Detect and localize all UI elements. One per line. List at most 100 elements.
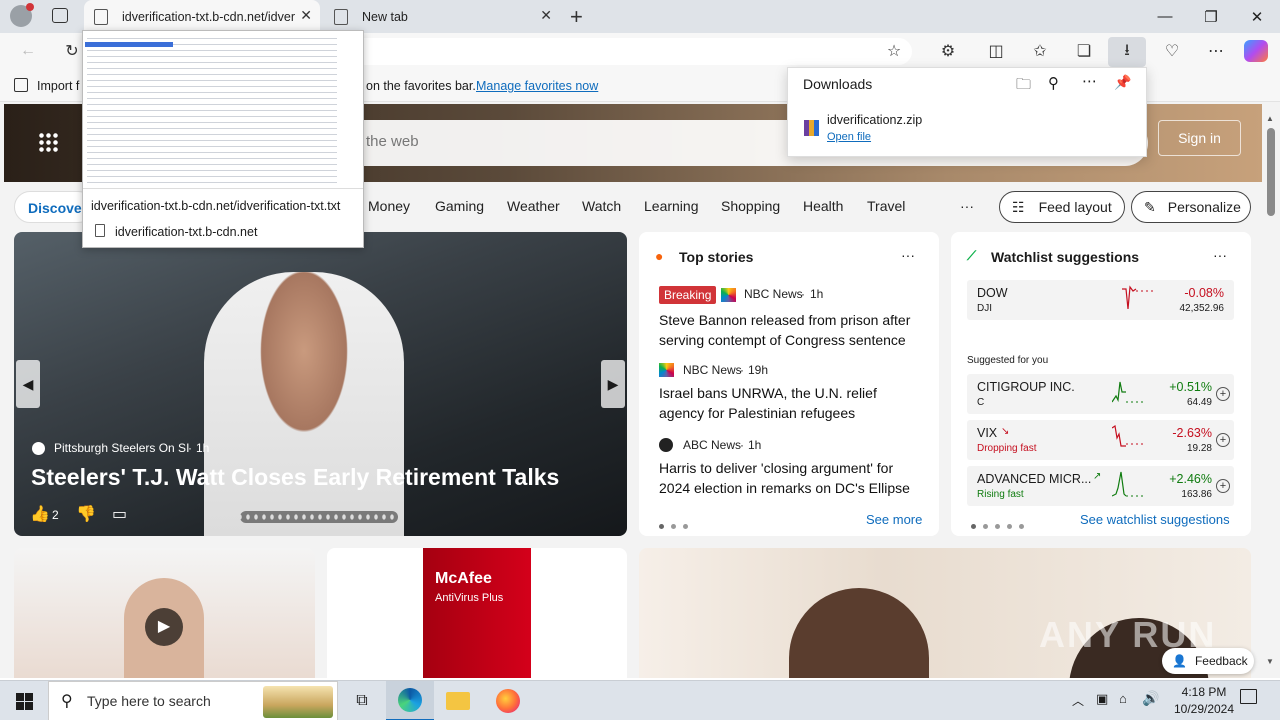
top-stories-more-button[interactable]: ··· [901,247,915,263]
page-thumbnail [83,31,363,189]
edge-taskbar-icon[interactable] [386,681,434,720]
thumbnail-highlight [85,42,173,47]
add-to-watchlist-button[interactable]: + [1216,479,1230,493]
tab-idverification[interactable]: idverification-txt.b-cdn.net/idver ✕ [84,0,320,33]
clock-time[interactable]: 4:18 PM [1172,685,1236,699]
profile-icon[interactable] [10,3,34,27]
nav-more-button[interactable]: ··· [960,198,974,214]
performance-icon[interactable]: ♡ [1158,37,1186,65]
more-options-icon[interactable]: ⋯ [1082,72,1097,90]
sparkline [1112,381,1146,403]
stock-name: VIX [977,426,998,440]
open-folder-icon[interactable]: 🗀 [1016,74,1031,99]
tray-device-icon[interactable]: ▣ [1096,691,1108,707]
carousel-next-button[interactable]: ▶ [601,360,625,408]
file-explorer-icon[interactable] [434,681,482,720]
downloads-button[interactable]: ⭳ [1108,37,1146,67]
tab-new-tab[interactable]: New tab ✕ [324,0,560,33]
personalize-button[interactable]: ✎ Personalize [1131,191,1251,223]
scroll-thumb[interactable] [1267,128,1275,216]
feed-layout-button[interactable]: ☷ Feed layout [999,191,1125,223]
clock-date[interactable]: 10/29/2024 [1166,702,1242,716]
video-card[interactable]: ▶ [14,548,315,678]
new-tab-plus-icon[interactable]: + [570,4,583,30]
network-icon[interactable]: ⌂ [1119,691,1127,706]
page-icon [95,224,105,237]
download-file-name[interactable]: idverificationz.zip [827,113,922,127]
scroll-up-arrow[interactable]: ▲ [1266,114,1274,123]
manage-favorites-link[interactable]: Manage favorites now [476,79,598,93]
firefox-taskbar-icon[interactable] [484,681,532,720]
story-headline[interactable]: Harris to deliver 'closing argument' for… [659,458,924,498]
pin-icon[interactable]: 📌 [1114,74,1131,91]
nav-money[interactable]: Money [368,198,410,214]
add-to-watchlist-button[interactable]: + [1216,433,1230,447]
story-headline[interactable]: Israel bans UNRWA, the U.N. relief agenc… [659,383,924,423]
stock-row-citigroup[interactable]: CITIGROUP INC. C +0.51% 64.49 + [967,374,1234,414]
sign-in-button[interactable]: Sign in [1158,120,1241,156]
tab-actions-icon[interactable] [52,8,68,23]
photo-story-card[interactable]: ANY RUN [639,548,1251,678]
mcafee-product: AntiVirus Plus [435,592,504,604]
import-favorites-link[interactable]: Import f [37,79,79,93]
task-view-icon[interactable]: ⧉ [338,681,386,720]
see-watchlist-link[interactable]: See watchlist suggestions [1080,512,1230,527]
mcafee-ad-card[interactable]: McAfee AntiVirus Plus [327,548,627,678]
story-source: NBC News [744,287,803,301]
see-more-link[interactable]: See more [866,512,922,527]
story-headline[interactable]: Steve Bannon released from prison after … [659,310,924,350]
open-file-link[interactable]: Open file [827,131,871,143]
hero-headline[interactable]: Steelers' T.J. Watt Closes Early Retirem… [31,464,559,491]
scroll-down-arrow[interactable]: ▼ [1266,657,1274,666]
apps-launcher-icon[interactable] [38,132,58,152]
dislike-icon[interactable]: 👎 [76,504,96,524]
copilot-icon[interactable] [1244,40,1268,62]
collections-icon[interactable]: ❏ [1070,37,1098,65]
nav-health[interactable]: Health [803,198,843,214]
feedback-button[interactable]: 👤 Feedback [1162,648,1254,674]
restore-button[interactable]: ❐ [1188,0,1234,33]
nav-learning[interactable]: Learning [644,198,699,214]
stock-row-amd[interactable]: ADVANCED MICR... ↗ Rising fast +2.46% 16… [967,466,1234,506]
hero-story-card[interactable]: ◀ ▶ Pittsburgh Steelers On SI · 1h Steel… [14,232,627,536]
close-window-button[interactable]: ✕ [1234,0,1280,33]
sliders-icon: ☷ [1012,198,1025,215]
page-icon [94,8,108,25]
stock-sub: Rising fast [977,489,1024,500]
start-button[interactable] [0,681,48,720]
favorites-icon[interactable]: ✩ [1026,37,1054,65]
close-tab-icon[interactable]: ✕ [540,7,552,24]
nav-shopping[interactable]: Shopping [721,198,780,214]
carousel-prev-button[interactable]: ◀ [16,360,40,408]
nav-travel[interactable]: Travel [867,198,905,214]
play-button[interactable]: ▶ [145,608,183,646]
nav-weather[interactable]: Weather [507,198,560,214]
add-to-watchlist-button[interactable]: + [1216,387,1230,401]
notification-icon[interactable] [1240,689,1257,704]
watchlist-pager[interactable] [971,517,1031,532]
page-scrollbar[interactable]: ▲ ▼ [1262,102,1280,678]
carousel-indicator[interactable] [240,511,398,523]
like-icon[interactable]: 👍 [30,504,50,524]
back-arrow-icon[interactable]: ← [14,37,42,65]
favorite-star-icon[interactable]: ☆ [880,37,908,65]
comment-icon[interactable]: ▭ [112,504,127,524]
extensions-icon[interactable]: ⚙ [934,37,962,65]
taskbar-search-box[interactable]: ⚲ Type here to search [48,681,338,720]
index-row-dow[interactable]: DOW DJI -0.08% 42,352.96 [967,280,1234,320]
split-screen-icon[interactable]: ◫ [982,37,1010,65]
nav-watch[interactable]: Watch [582,198,621,214]
stock-price: 42,352.96 [1179,303,1225,314]
personalize-icon: ✎ [1144,198,1156,215]
tray-chevron-icon[interactable]: ︿ [1072,692,1084,709]
search-icon[interactable]: ⚲ [1048,74,1059,92]
stock-row-vix[interactable]: VIX ↘ Dropping fast -2.63% 19.28 + [967,420,1234,460]
more-menu-icon[interactable]: ⋯ [1202,37,1230,65]
watchlist-more-button[interactable]: ··· [1213,247,1227,263]
nav-gaming[interactable]: Gaming [435,198,484,214]
close-tab-icon[interactable]: ✕ [300,7,312,24]
stock-change: +2.46% [1169,472,1212,486]
volume-icon[interactable]: 🔊 [1142,690,1159,707]
top-stories-pager[interactable] [659,517,695,532]
minimize-button[interactable]: — [1142,0,1188,33]
